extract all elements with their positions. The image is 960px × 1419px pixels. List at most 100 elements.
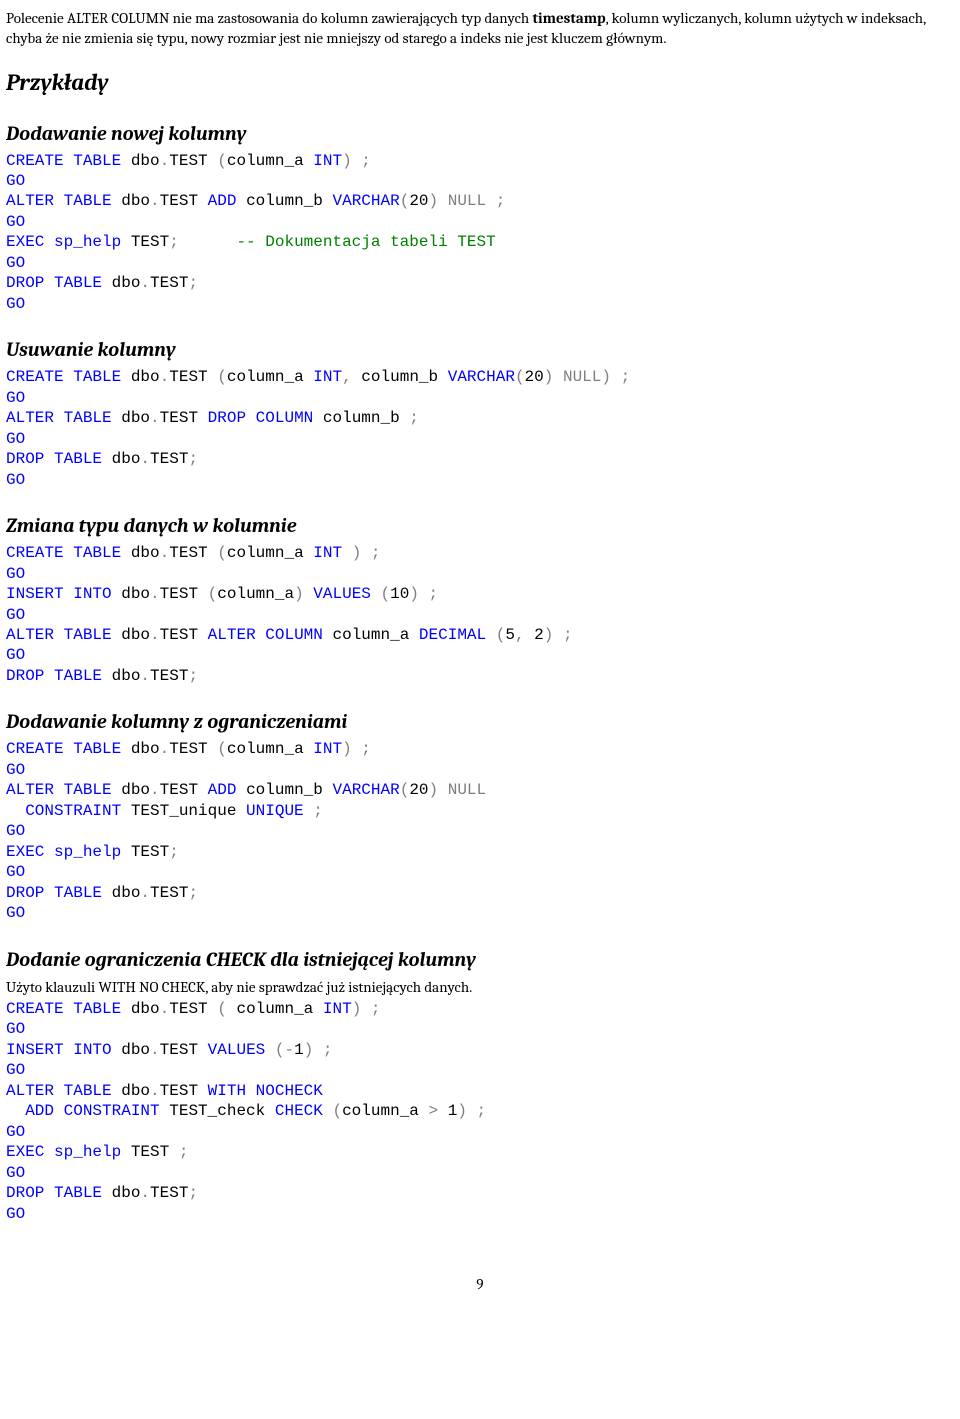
t: ) [342,152,352,170]
t: . [150,626,160,644]
t: GO [6,904,25,922]
t: dbo [112,1082,150,1100]
t: ; [304,802,323,820]
t: ; [352,740,371,758]
t: dbo [121,544,159,562]
t: VARCHAR [448,368,515,386]
t: TEST [121,233,169,251]
t: GO [6,1164,25,1182]
t: DROP [6,884,44,902]
t: TEST [150,274,188,292]
t: ; [409,409,419,427]
t: ; [361,544,380,562]
t: 5 [505,626,515,644]
t: . [140,1184,150,1202]
heading-add-constraint: Dodawanie kolumny z ograniczeniami [6,708,954,735]
t: ) [601,368,611,386]
t: INSERT [6,1041,64,1059]
t: ) [304,1041,314,1059]
t: column_b [313,409,409,427]
t: ; [553,626,572,644]
t: TEST [160,585,208,603]
check-note: Użyto klauzuli WITH NO CHECK, aby nie sp… [6,977,954,997]
t: ALTER [6,1082,54,1100]
t: ; [188,274,198,292]
t: TABLE [64,368,122,386]
t: TEST [121,843,169,861]
t: CREATE [6,368,64,386]
t: GO [6,172,25,190]
t: TABLE [64,152,122,170]
t: GO [6,430,25,448]
heading-change-type: Zmiana typu danych w kolumnie [6,512,954,539]
t: TABLE [44,274,102,292]
t: -- Dokumentacja tabeli TEST [236,233,495,251]
t: DROP [6,274,44,292]
t: DROP [6,450,44,468]
t: column_a [227,1000,323,1018]
t: sp_help [44,1143,121,1161]
t: dbo [112,585,150,603]
t: GO [6,863,25,881]
t: sp_help [44,233,121,251]
t: ) [544,626,554,644]
t: GO [6,565,25,583]
t: TABLE [54,1082,112,1100]
t: CREATE [6,740,64,758]
t: CREATE [6,544,64,562]
t: TEST [169,152,217,170]
t: GO [6,254,25,272]
t: UNIQUE [246,802,304,820]
t: TABLE [44,1184,102,1202]
t: TABLE [44,884,102,902]
t: dbo [102,884,140,902]
t: dbo [102,274,140,292]
t: NULL [438,192,486,210]
t: ( [217,368,227,386]
t: , [342,368,352,386]
t: dbo [112,781,150,799]
t: . [150,585,160,603]
t: 2 [525,626,544,644]
t: ; [179,1143,189,1161]
heading-check-constraint: Dodanie ograniczenia CHECK dla istniejąc… [6,946,954,973]
t: INSERT [6,585,64,603]
t: INT [313,740,342,758]
t: ALTER [6,409,54,427]
t: ( [217,1000,227,1018]
t: NULL [438,781,486,799]
t: TEST [121,1143,179,1161]
t: column_b [236,192,332,210]
t: VALUES [304,585,371,603]
t: NOCHECK [246,1082,323,1100]
t: ) [544,368,554,386]
t: TEST [150,884,188,902]
t: TABLE [44,450,102,468]
t: GO [6,471,25,489]
t: . [150,1041,160,1059]
t: CONSTRAINT [25,802,121,820]
t: ; [188,1184,198,1202]
intro-paragraph: Polecenie ALTER COLUMN nie ma zastosowan… [6,8,954,49]
t: ) [429,192,439,210]
t: VARCHAR [332,781,399,799]
t: GO [6,761,25,779]
t: . [140,884,150,902]
t: dbo [121,152,159,170]
t: TABLE [64,1000,122,1018]
t: TEST [160,1041,208,1059]
t: dbo [121,1000,159,1018]
t: ( [400,192,410,210]
t: TEST_unique [121,802,246,820]
t: dbo [112,626,150,644]
t: dbo [102,667,140,685]
t: ; [169,843,179,861]
t: . [160,544,170,562]
t: GO [6,1020,25,1038]
t: ; [188,884,198,902]
t: ALTER [6,626,54,644]
t: ( [515,368,525,386]
t: . [140,274,150,292]
t: DROP [6,667,44,685]
t [6,1102,25,1120]
